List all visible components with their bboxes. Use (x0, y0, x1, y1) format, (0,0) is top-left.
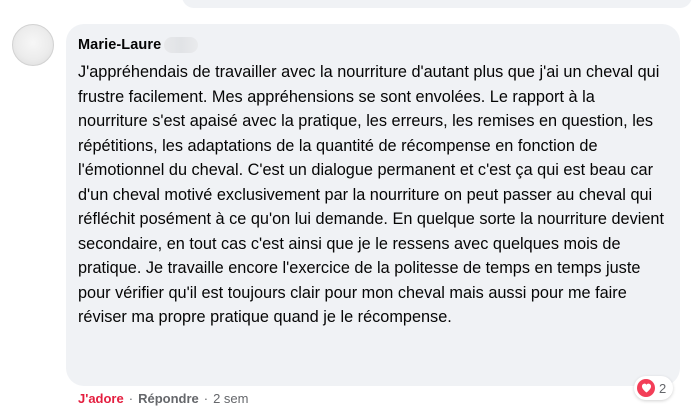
comment-timestamp[interactable]: 2 sem (213, 391, 248, 406)
reply-button[interactable]: Répondre (138, 391, 199, 406)
separator-dot: · (203, 390, 209, 406)
comment-thread: Marie-Laure J'appréhendais de travailler… (0, 0, 697, 417)
comment-text: J'appréhendais de travailler avec la nou… (78, 63, 664, 326)
author-row: Marie-Laure (78, 34, 668, 56)
reaction-badge[interactable]: 2 (634, 376, 674, 400)
love-reaction-button[interactable]: J'adore (78, 391, 124, 406)
comment-bubble: Marie-Laure J'appréhendais de travailler… (66, 24, 680, 386)
separator-dot: · (128, 390, 134, 406)
comment-actions: J'adore · Répondre · 2 sem (78, 389, 249, 407)
avatar[interactable] (12, 24, 54, 66)
reaction-count: 2 (659, 380, 667, 396)
heart-icon (637, 379, 655, 397)
author-name[interactable]: Marie-Laure (78, 37, 161, 53)
author-badge-blur (164, 37, 199, 53)
previous-comment-bubble (182, 0, 692, 8)
